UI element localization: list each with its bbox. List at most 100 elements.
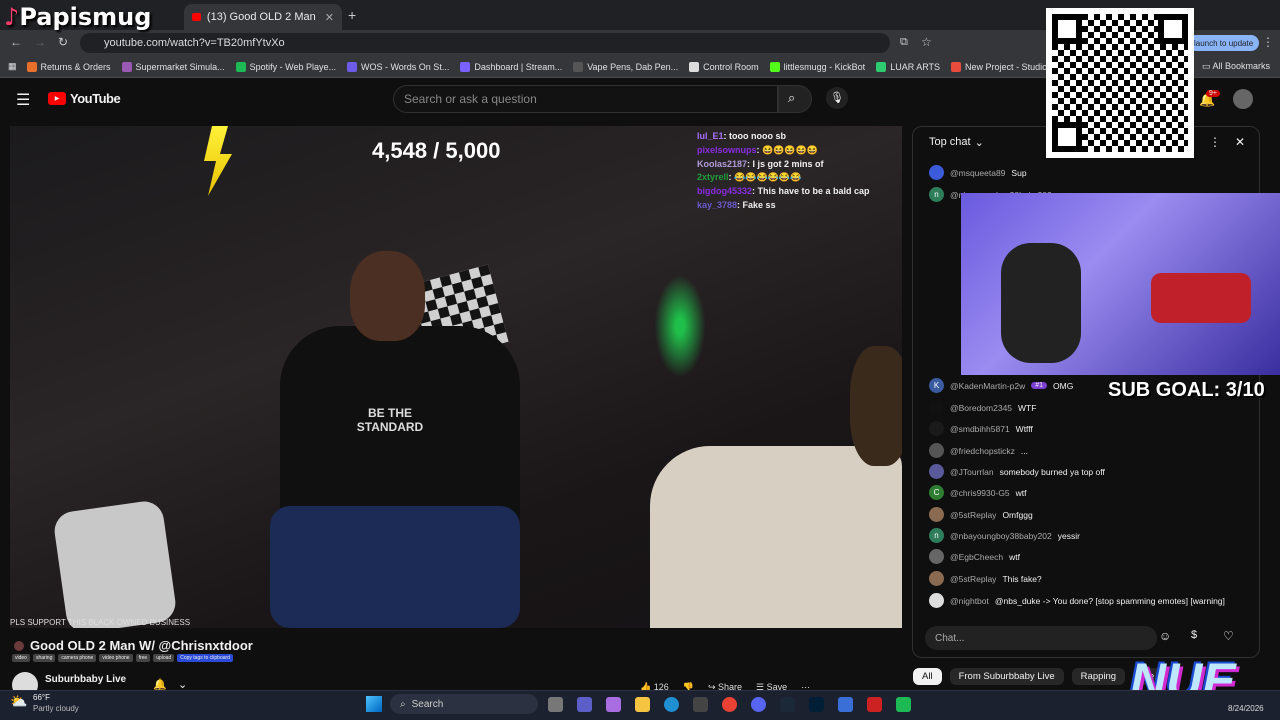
chat-author[interactable]: @nightbot [950,596,989,606]
stream-chat-line: pixelsownups: 😆😆😆😆😆 [697,144,902,158]
chat-avatar[interactable]: n [929,187,944,202]
chat-avatar[interactable]: K [929,378,944,393]
chat-message: @Boredom2345 WTF [929,400,1249,415]
bookmark-item[interactable]: Dashboard | Stream... [460,61,562,72]
chat-author[interactable]: @friedchopstickz [950,446,1015,456]
chat-author[interactable]: @JTourrlan [950,467,994,477]
chat-author[interactable]: @chris9930-G5 [950,488,1010,498]
relaunch-button[interactable]: launch to update [1188,35,1260,51]
chat-author[interactable]: @5stReplay [950,510,996,520]
video-tag: sharing [32,654,56,662]
chat-avatar[interactable] [929,400,944,415]
video-tag: free [135,654,151,662]
bookmark-item[interactable]: WOS - Words On St... [346,61,449,72]
bookmark-item[interactable]: Spotify - Web Playe... [235,61,336,72]
new-tab-icon[interactable]: + [348,7,356,23]
bookmark-item[interactable]: Supermarket Simula... [121,61,225,72]
bookmark-favicon-icon [689,61,700,72]
close-tab-icon[interactable]: ✕ [325,11,334,24]
chat-author[interactable]: @Boredom2345 [950,403,1012,413]
chat-header-label: Top chat [929,136,971,148]
bookmark-item[interactable]: Control Room [689,61,759,72]
bookmark-item[interactable]: LUAR ARTS [876,61,940,72]
stream-chat-user: 2xtyrell [697,172,729,183]
chat-avatar[interactable] [929,507,944,522]
star-icon[interactable]: ☆ [921,35,932,49]
search-icon: ⌕ [400,698,406,710]
forward-icon[interactable]: → [34,35,46,49]
bookmark-item[interactable]: Returns & Orders [26,61,111,72]
photoshop-icon[interactable] [809,697,824,712]
search-button[interactable]: ⌕ [778,85,812,113]
chat-author[interactable]: @nbayoungboy38baby202 [950,531,1052,541]
youtube-logo[interactable]: ▶ YouTube [48,91,121,106]
notepad-icon[interactable] [838,697,853,712]
filter-chip[interactable]: All [913,668,942,685]
teams-icon[interactable] [577,697,592,712]
chat-avatar[interactable] [929,549,944,564]
install-icon[interactable]: ⧉ [900,36,908,49]
chat-text: OMG [1053,380,1074,391]
close-chat-icon[interactable]: ✕ [1235,135,1245,149]
task-view-icon[interactable] [548,697,563,712]
bookmark-label: Control Room [703,61,759,72]
emoji-picker-icon[interactable]: ☺ [1159,629,1171,643]
chat-author[interactable]: @smdbihh5871 [950,424,1010,434]
bookmark-item[interactable]: Vape Pens, Dab Pen... [573,61,678,72]
taskbar-search[interactable]: ⌕ Search [390,694,538,714]
chat-avatar[interactable] [929,571,944,586]
taskbar-date: 8/24/2026 [1228,704,1264,713]
chat-author[interactable]: @msqueeta89 [950,168,1005,178]
all-bookmarks[interactable]: ▭ All Bookmarks [1202,61,1270,72]
windows-start-icon[interactable] [366,696,382,712]
microphone-icon[interactable]: 🎙 [826,87,848,109]
chat-mode-dropdown[interactable]: Top chat ⌄ [929,136,984,149]
discord-icon[interactable] [751,697,766,712]
stream-chat-line: 2xtyrell: 😂😂😂😂😂😂 [697,171,902,185]
chat-avatar[interactable] [929,593,944,608]
chat-avatar[interactable] [929,464,944,479]
avatar[interactable] [1233,89,1253,109]
chat-avatar[interactable] [929,165,944,180]
chat-avatar[interactable] [929,443,944,458]
edge-icon[interactable] [664,697,679,712]
chat-avatar[interactable]: C [929,485,944,500]
channel-name[interactable]: Suburbbaby Live [45,674,126,685]
chat-avatar[interactable] [929,421,944,436]
filter-chip[interactable]: Rapping [1071,668,1126,685]
chat-input[interactable]: Chat... [925,626,1157,650]
bookmark-label: New Project - Studio [965,61,1048,72]
copilot-icon[interactable] [606,697,621,712]
search-input[interactable]: Search or ask a question [393,85,778,113]
reload-icon[interactable]: ↻ [58,35,68,49]
chat-avatar[interactable]: n [929,528,944,543]
chat-author[interactable]: @EgbCheech [950,552,1003,562]
stream-chat-text: : Fake ss [737,199,776,210]
chat-author[interactable]: @KadenMartin-p2w [950,381,1025,391]
steam-icon[interactable] [780,697,795,712]
heart-icon[interactable]: ♡ [1223,629,1234,643]
chat-menu-icon[interactable]: ⋮ [1209,135,1221,149]
bookmark-item[interactable]: New Project - Studio [951,61,1048,72]
emoji-icon [14,640,24,651]
apps-grid-icon[interactable]: ▦ [8,61,17,72]
bookmark-item[interactable]: littlesmugg - KickBot [769,61,865,72]
store-icon[interactable] [693,697,708,712]
follower-goal-counter: 4,548 / 5,000 [372,138,501,163]
app-icon[interactable] [867,697,882,712]
tab-active[interactable]: (13) Good OLD 2 Man W/ ✕ [184,4,342,30]
filter-chip[interactable]: From Suburbbaby Live [949,668,1064,685]
green-app-icon[interactable] [896,697,911,712]
menu-dots-icon[interactable]: ⋮ [1262,35,1274,49]
hamburger-menu-icon[interactable]: ☰ [16,90,30,110]
chrome-icon[interactable] [722,697,737,712]
file-explorer-icon[interactable] [635,697,650,712]
chat-text: WTF [1018,402,1037,413]
video-player[interactable]: BE THE STANDARD 4,548 / 5,000 PLS SUPPOR… [10,126,902,628]
super-chat-icon[interactable]: $ [1191,629,1197,641]
url-field[interactable]: youtube.com/watch?v=TB20mfYtvXo [80,33,890,53]
chat-author[interactable]: @5stReplay [950,574,996,584]
back-icon[interactable]: ← [10,35,22,49]
copy-tags-button[interactable]: Copy tags to clipboard [177,654,233,662]
bookmark-favicon-icon [235,61,246,72]
